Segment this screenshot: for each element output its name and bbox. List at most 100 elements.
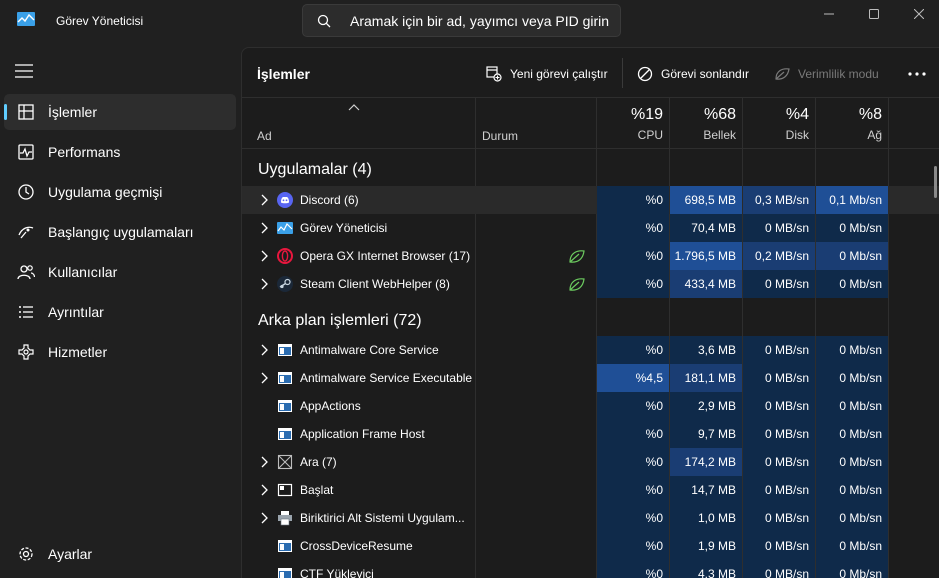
sidebar-item-startup[interactable]: Başlangıç uygulamaları [4,214,236,250]
sidebar-item-processes[interactable]: İşlemler [4,94,236,130]
app-history-icon [18,184,34,200]
disk-cell: 0 MB/sn [743,420,815,448]
sidebar-item-details[interactable]: Ayrıntılar [4,294,236,330]
gear-icon [19,547,33,561]
process-name: Ara (7) [300,455,337,469]
cpu-cell: %0 [597,270,669,298]
scrollbar-thumb[interactable] [934,166,937,198]
run-new-task-button[interactable]: Yeni görevi çalıştır [486,64,608,84]
chevron-right-icon[interactable] [259,278,269,290]
efficiency-mode-label: Verimlilik modu [798,67,879,81]
details-icon [19,306,33,318]
network-cell: 0 Mb/sn [816,392,888,420]
column-header-cpu[interactable]: %19 CPU [597,106,663,142]
column-header-network[interactable]: %8 Ağ [816,106,882,142]
group-header-background[interactable]: Arka plan işlemleri (72) [258,312,422,330]
services-icon [18,344,34,360]
end-task-label: Görevi sonlandır [661,67,750,81]
disk-cell: 0 MB/sn [743,560,815,578]
cpu-cell: %0 [597,448,669,476]
sidebar-item-users[interactable]: Kullanıcılar [4,254,236,290]
disk-cell: 0 MB/sn [743,504,815,532]
group-header-apps[interactable]: Uygulamalar (4) [258,161,372,179]
sidebar-item-settings[interactable]: Ayarlar [4,536,236,572]
table-row[interactable]: Antimalware Core Service %0 3,6 MB 0 MB/… [242,336,939,364]
process-name: Application Frame Host [300,427,425,441]
chevron-right-icon[interactable] [259,512,269,524]
task-manager-icon [17,12,35,26]
process-name: Antimalware Service Executable [300,371,473,385]
start-window-icon [277,483,293,497]
sidebar-item-performance[interactable]: Performans [4,134,236,170]
chevron-right-icon[interactable] [259,250,269,262]
more-options-icon[interactable] [908,72,926,76]
end-task-button[interactable]: Görevi sonlandır [637,64,749,84]
chevron-right-icon[interactable] [259,456,269,468]
table-row[interactable]: Opera GX Internet Browser (17) %0 1.796,… [242,242,939,270]
sidebar-item-label: Performans [48,144,121,160]
network-cell: 0 Mb/sn [816,270,888,298]
cpu-label: CPU [637,128,663,142]
disk-cell: 0 MB/sn [743,336,815,364]
table-row[interactable]: Application Frame Host %0 9,7 MB 0 MB/sn… [242,420,939,448]
page-title: İşlemler [257,66,310,82]
sidebar-item-label: Hizmetler [48,344,108,360]
efficiency-mode-leaf-icon [569,278,585,291]
column-header-disk[interactable]: %4 Disk [743,106,809,142]
memory-cell: 3,6 MB [670,336,742,364]
network-cell: 0 Mb/sn [816,560,888,578]
close-button[interactable] [896,0,939,28]
opera-gx-icon [277,248,293,264]
memory-cell: 9,7 MB [670,420,742,448]
memory-cell: 1.796,5 MB [670,242,742,270]
column-header-status[interactable]: Durum [482,129,518,143]
search-box[interactable]: Aramak için bir ad, yayımcı veya PID gir… [302,4,621,37]
network-cell: 0 Mb/sn [816,242,888,270]
column-header-memory[interactable]: %68 Bellek [670,106,736,142]
sidebar-item-label: Ayrıntılar [48,304,104,320]
table-row[interactable]: CTF Yükleyici %0 4,3 MB 0 MB/sn 0 Mb/sn [242,560,939,578]
chevron-right-icon[interactable] [259,372,269,384]
process-name: Görev Yöneticisi [300,221,388,235]
sidebar-item-app-history[interactable]: Uygulama geçmişi [4,174,236,210]
cpu-cell: %0 [597,560,669,578]
minimize-button[interactable] [806,0,852,28]
network-cell: 0 Mb/sn [816,532,888,560]
table-row[interactable]: Görev Yöneticisi %0 70,4 MB 0 MB/sn 0 Mb… [242,214,939,242]
table-row[interactable]: AppActions %0 2,9 MB 0 MB/sn 0 Mb/sn [242,392,939,420]
leaf-icon [775,68,790,80]
memory-percent: %68 [703,106,736,123]
search-input[interactable]: Aramak için bir ad, yayımcı veya PID gir… [350,13,609,29]
column-header-name[interactable]: Ad [257,129,272,143]
users-icon [17,265,35,280]
chevron-right-icon[interactable] [259,344,269,356]
table-row[interactable]: CrossDeviceResume %0 1,9 MB 0 MB/sn 0 Mb… [242,532,939,560]
sidebar-item-services[interactable]: Hizmetler [4,334,236,370]
disk-cell: 0,2 MB/sn [743,242,815,270]
efficiency-mode-button[interactable]: Verimlilik modu [774,64,879,84]
table-row[interactable]: Ara (7) %0 174,2 MB 0 MB/sn 0 Mb/sn [242,448,939,476]
cpu-cell: %0 [597,420,669,448]
disk-cell: 0 MB/sn [743,392,815,420]
table-row[interactable]: Discord (6) %0 698,5 MB 0,3 MB/sn 0,1 Mb… [242,186,939,214]
sidebar-item-label: Kullanıcılar [48,264,118,280]
cpu-cell: %0 [597,504,669,532]
table-row[interactable]: Antimalware Service Executable %4,5 181,… [242,364,939,392]
chevron-right-icon[interactable] [259,194,269,206]
cpu-cell: %0 [597,392,669,420]
table-row[interactable]: Steam Client WebHelper (8) %0 433,4 MB 0… [242,270,939,298]
table-row[interactable]: Başlat %0 14,7 MB 0 MB/sn 0 Mb/sn [242,476,939,504]
hamburger-menu-icon[interactable] [15,64,33,78]
window-title: Görev Yöneticisi [56,14,144,28]
disk-cell: 0 MB/sn [743,448,815,476]
memory-label: Bellek [703,128,736,142]
disk-cell: 0,3 MB/sn [743,186,815,214]
table-row[interactable]: Biriktirici Alt Sistemi Uygulam... %0 1,… [242,504,939,532]
main-panel: İşlemler Yeni görevi çalıştır Görevi son… [241,47,939,578]
maximize-button[interactable] [851,0,897,28]
disk-cell: 0 MB/sn [743,476,815,504]
chevron-right-icon[interactable] [259,484,269,496]
chevron-right-icon[interactable] [259,222,269,234]
network-cell: 0 Mb/sn [816,336,888,364]
cpu-cell: %0 [597,186,669,214]
